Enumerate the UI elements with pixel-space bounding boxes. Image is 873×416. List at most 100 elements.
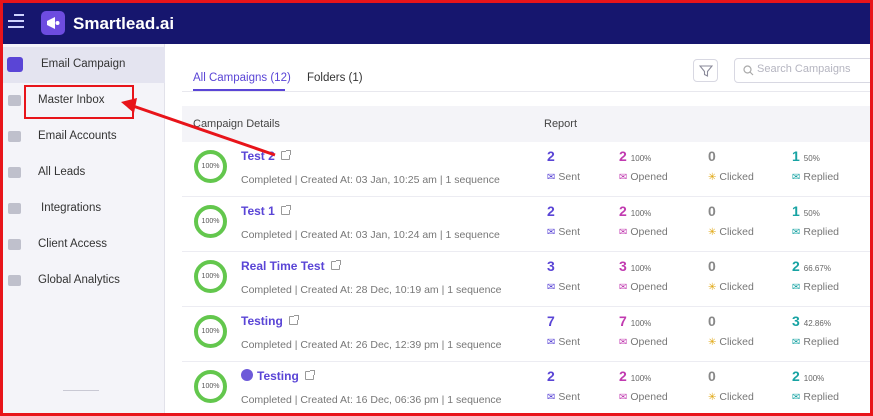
globe-icon: [241, 369, 253, 381]
replied-icon: ✉: [792, 392, 801, 403]
filter-icon: [699, 65, 713, 77]
clicked-icon: ✳: [708, 282, 717, 293]
sent-icon: ✉: [547, 392, 556, 403]
tab-all-campaigns[interactable]: All Campaigns (12): [193, 72, 291, 84]
external-link-icon[interactable]: [330, 260, 341, 270]
highlight-box: [24, 85, 134, 119]
sidebar-item-label: All Leads: [38, 166, 86, 178]
stat-replied: 1 50% ✉ Replied: [792, 203, 839, 238]
clicked-icon: ✳: [708, 337, 717, 348]
sidebar-item-integrations[interactable]: Integrations: [3, 191, 165, 227]
inbox-icon: [8, 95, 21, 106]
tabs-divider: [182, 91, 870, 92]
campaign-status: Completed | Created At: 03 Jan, 10:25 am…: [241, 174, 500, 186]
stat-clicked: 0 ✳ Clicked: [708, 258, 754, 293]
header-report: Report: [544, 118, 578, 130]
campaign-name[interactable]: Real Time Test: [241, 259, 341, 273]
campaign-status: Completed | Created At: 28 Dec, 10:19 am…: [241, 284, 502, 296]
external-link-icon[interactable]: [280, 205, 291, 215]
stat-sent: 2 ✉ Sent: [547, 368, 580, 403]
table-row[interactable]: 100% Real Time Test Completed | Created …: [182, 252, 870, 307]
campaign-status: Completed | Created At: 26 Dec, 12:39 pm…: [241, 339, 502, 351]
stat-opened: 2 100% ✉ Opened: [619, 148, 668, 183]
leads-icon: [8, 167, 21, 178]
progress-ring: 100%: [194, 260, 227, 293]
progress-ring: 100%: [194, 150, 227, 183]
stat-clicked: 0 ✳ Clicked: [708, 313, 754, 348]
opened-icon: ✉: [619, 392, 628, 403]
sidebar-item-label: Integrations: [41, 202, 102, 214]
campaign-name[interactable]: Testing: [241, 314, 299, 328]
table-row[interactable]: 100% Testing Completed | Created At: 26 …: [182, 307, 870, 362]
opened-icon: ✉: [619, 282, 628, 293]
stat-opened: 2 100% ✉ Opened: [619, 203, 668, 238]
progress-ring: 100%: [194, 315, 227, 348]
sent-icon: ✉: [547, 337, 556, 348]
sent-icon: ✉: [547, 227, 556, 238]
bar-chart-icon: [8, 275, 21, 286]
sidebar-item-label: Global Analytics: [38, 274, 120, 286]
replied-icon: ✉: [792, 282, 801, 293]
stat-sent: 7 ✉ Sent: [547, 313, 580, 348]
sidebar-item-label: Email Accounts: [38, 130, 117, 142]
search-icon: [743, 65, 754, 76]
clicked-icon: ✳: [708, 392, 717, 403]
stat-opened: 3 100% ✉ Opened: [619, 258, 668, 293]
top-bar: Smartlead.ai: [3, 3, 870, 44]
sidebar-item-client-access[interactable]: Client Access: [3, 227, 165, 263]
campaign-name[interactable]: Test 1: [241, 204, 291, 218]
external-link-icon[interactable]: [288, 315, 299, 325]
table-row[interactable]: 100% Testing Completed | Created At: 16 …: [182, 362, 870, 413]
stat-replied: 2 66.67% ✉ Replied: [792, 258, 839, 293]
stat-replied: 1 50% ✉ Replied: [792, 148, 839, 183]
replied-icon: ✉: [792, 337, 801, 348]
table-row[interactable]: 100% Test 1 Completed | Created At: 03 J…: [182, 197, 870, 252]
stat-sent: 2 ✉ Sent: [547, 203, 580, 238]
app-window: Smartlead.ai Email Campaign Master Inbox…: [0, 0, 873, 416]
campaign-status: Completed | Created At: 03 Jan, 10:24 am…: [241, 229, 500, 241]
campaign-status: Completed | Created At: 16 Dec, 06:36 pm…: [241, 394, 502, 406]
logo-icon: [41, 11, 65, 35]
campaign-name[interactable]: Test 2: [241, 149, 291, 163]
external-link-icon[interactable]: [304, 370, 315, 380]
sidebar-divider: [63, 390, 99, 391]
sidebar-item-email-campaign[interactable]: Email Campaign: [3, 47, 165, 83]
stat-sent: 2 ✉ Sent: [547, 148, 580, 183]
sidebar-item-global-analytics[interactable]: Global Analytics: [3, 263, 165, 299]
external-link-icon[interactable]: [280, 150, 291, 160]
replied-icon: ✉: [792, 172, 801, 183]
table-header: Campaign Details Report: [182, 106, 870, 142]
stat-opened: 7 100% ✉ Opened: [619, 313, 668, 348]
megaphone-icon: [7, 57, 23, 72]
stat-clicked: 0 ✳ Clicked: [708, 203, 754, 238]
search-input[interactable]: [757, 63, 870, 75]
stat-clicked: 0 ✳ Clicked: [708, 148, 754, 183]
stat-replied: 3 42.86% ✉ Replied: [792, 313, 839, 348]
progress-ring: 100%: [194, 205, 227, 238]
progress-ring: 100%: [194, 370, 227, 403]
replied-icon: ✉: [792, 227, 801, 238]
clicked-icon: ✳: [708, 227, 717, 238]
menu-icon[interactable]: [8, 14, 24, 30]
tab-folders[interactable]: Folders (1): [307, 72, 363, 84]
puzzle-icon: [8, 203, 21, 214]
table-row[interactable]: 100% Test 2 Completed | Created At: 03 J…: [182, 142, 870, 197]
clicked-icon: ✳: [708, 172, 717, 183]
sidebar-item-label: Email Campaign: [41, 58, 126, 70]
stat-opened: 2 100% ✉ Opened: [619, 368, 668, 403]
stat-sent: 3 ✉ Sent: [547, 258, 580, 293]
sidebar-item-email-accounts[interactable]: Email Accounts: [3, 119, 165, 155]
sent-icon: ✉: [547, 282, 556, 293]
search-box: [734, 58, 870, 83]
sidebar-item-all-leads[interactable]: All Leads: [3, 155, 165, 191]
sidebar-item-label: Client Access: [38, 238, 108, 250]
brand-name: Smartlead.ai: [73, 14, 175, 33]
header-campaign-details: Campaign Details: [193, 118, 280, 130]
campaign-name[interactable]: Testing: [241, 369, 315, 383]
bolt-icon: [8, 239, 21, 250]
stat-clicked: 0 ✳ Clicked: [708, 368, 754, 403]
filter-button[interactable]: [693, 59, 718, 82]
stat-replied: 2 100% ✉ Replied: [792, 368, 839, 403]
main-content: All Campaigns (12) Folders (1) Campaign …: [166, 44, 870, 413]
opened-icon: ✉: [619, 227, 628, 238]
